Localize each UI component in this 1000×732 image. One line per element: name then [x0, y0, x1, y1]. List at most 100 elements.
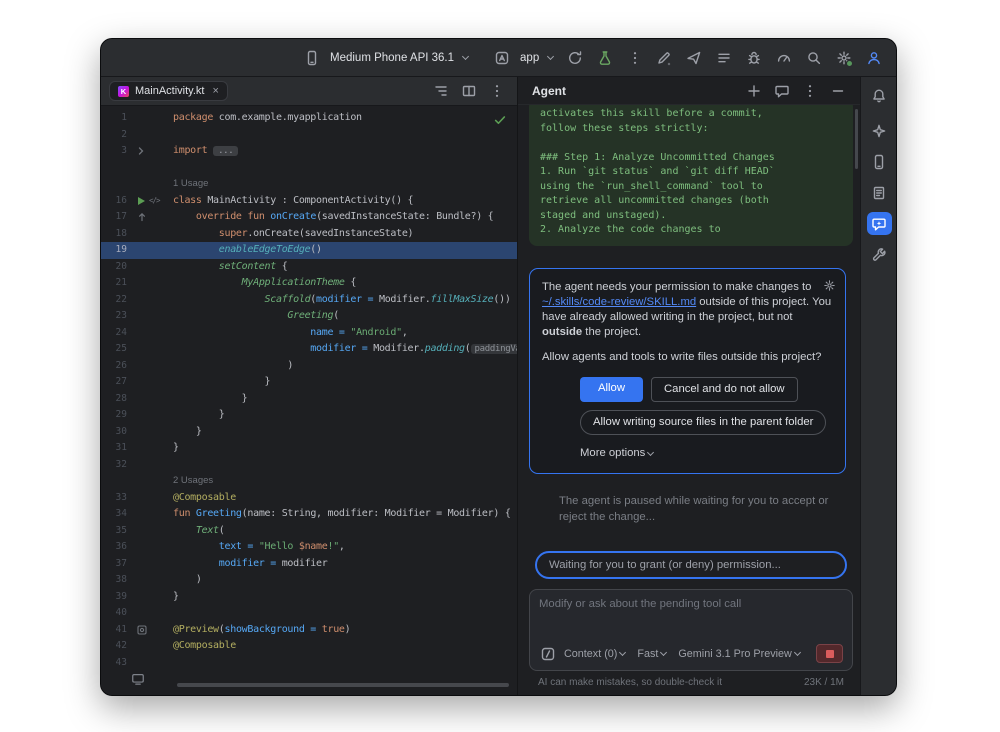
- code-line[interactable]: 29 }: [101, 407, 517, 424]
- more-options-button[interactable]: More options: [580, 446, 833, 461]
- code-line[interactable]: [101, 160, 517, 177]
- code-line[interactable]: 33@Composable: [101, 490, 517, 507]
- code-line[interactable]: 38 ): [101, 572, 517, 589]
- settings-gear-icon[interactable]: [832, 46, 856, 70]
- code-line[interactable]: 25 modifier = Modifier.padding(paddingVa…: [101, 341, 517, 358]
- code-line[interactable]: 30 }: [101, 424, 517, 441]
- code-text: name = "Android",: [173, 325, 517, 342]
- code-line[interactable]: 35 Text(: [101, 523, 517, 540]
- horizontal-scrollbar[interactable]: [177, 683, 509, 687]
- override-gutter-icon[interactable]: [137, 212, 147, 222]
- usage-hint[interactable]: 2 Usages: [173, 475, 213, 486]
- structure-icon[interactable]: [429, 79, 453, 103]
- code-line[interactable]: 40: [101, 605, 517, 622]
- device-phone-tool-icon[interactable]: [867, 150, 892, 173]
- composer-input[interactable]: [539, 598, 843, 610]
- model-selector[interactable]: Gemini 3.1 Pro Preview: [675, 646, 804, 662]
- fold-gutter-icon[interactable]: [137, 147, 145, 155]
- cancel-button[interactable]: Cancel and do not allow: [651, 377, 798, 402]
- kebab-icon[interactable]: [798, 79, 822, 103]
- waiting-permission-field[interactable]: [535, 551, 847, 579]
- stop-button[interactable]: [816, 644, 843, 663]
- code-line[interactable]: 18 super.onCreate(savedInstanceState): [101, 226, 517, 243]
- agent-chat-area[interactable]: activates this skill before a commit, fo…: [518, 105, 860, 543]
- code-line[interactable]: 23 Greeting(: [101, 308, 517, 325]
- code-line[interactable]: 31}: [101, 440, 517, 457]
- line-number: 2: [101, 127, 129, 144]
- code-editor[interactable]: 1package com.example.myapplication23impo…: [101, 106, 517, 695]
- code-line[interactable]: 17 override fun onCreate(savedInstanceSt…: [101, 209, 517, 226]
- line-number: 34: [101, 506, 129, 523]
- code-line[interactable]: 26 ): [101, 358, 517, 375]
- chat-bubble-icon[interactable]: [770, 79, 794, 103]
- context-selector[interactable]: Context (0): [561, 646, 630, 662]
- sparkle-tool-icon[interactable]: [867, 119, 892, 142]
- inspection-check-icon[interactable]: [493, 112, 507, 131]
- code-line[interactable]: 43: [101, 655, 517, 672]
- code-line[interactable]: 41@Preview(showBackground = true): [101, 622, 517, 639]
- codetag-gutter-icon[interactable]: </>: [149, 193, 160, 210]
- code-line[interactable]: 39}: [101, 589, 517, 606]
- doc-list-tool-icon[interactable]: [867, 181, 892, 204]
- line-number: 23: [101, 308, 129, 325]
- code-line[interactable]: 24 name = "Android",: [101, 325, 517, 342]
- chat-scrollbar[interactable]: [855, 109, 858, 169]
- allow-parent-folder-button[interactable]: Allow writing source files in the parent…: [580, 410, 826, 435]
- flask-icon[interactable]: [593, 46, 617, 70]
- gear-icon[interactable]: [823, 279, 836, 297]
- code-line[interactable]: 42@Composable: [101, 638, 517, 655]
- code-line[interactable]: 2 Usages: [101, 473, 517, 490]
- code-line[interactable]: 37 modifier = modifier: [101, 556, 517, 573]
- run-gutter-icon[interactable]: [137, 196, 146, 206]
- agent-header-icons: [742, 79, 850, 103]
- usage-hint[interactable]: 1 Usage: [173, 178, 208, 189]
- close-icon[interactable]: ×: [212, 86, 218, 97]
- wrench-tool-icon[interactable]: [867, 243, 892, 266]
- send-plane-icon[interactable]: [682, 46, 706, 70]
- code-line[interactable]: 21 MyApplicationTheme {: [101, 275, 517, 292]
- tab-mainactivity[interactable]: K MainActivity.kt ×: [109, 81, 228, 101]
- waiting-permission-input[interactable]: [541, 559, 841, 571]
- device-selector[interactable]: Medium Phone API 36.1: [296, 43, 474, 73]
- code-line[interactable]: 16</>class MainActivity : ComponentActiv…: [101, 193, 517, 210]
- running-devices-icon[interactable]: [131, 671, 145, 690]
- kebab-icon[interactable]: [485, 79, 509, 103]
- code-line[interactable]: 27 }: [101, 374, 517, 391]
- code-line[interactable]: 28 }: [101, 391, 517, 408]
- preview-gutter-icon[interactable]: [137, 625, 147, 635]
- kebab-icon[interactable]: [623, 46, 647, 70]
- commands-icon[interactable]: [539, 645, 557, 663]
- skill-file-link[interactable]: ~/.skills/code-review/SKILL.md: [542, 296, 696, 308]
- line-number: 17: [101, 209, 129, 226]
- code-line[interactable]: 1 Usage: [101, 176, 517, 193]
- line-number: 37: [101, 556, 129, 573]
- code-line[interactable]: 22 Scaffold(modifier = Modifier.fillMaxS…: [101, 292, 517, 309]
- code-line[interactable]: 34fun Greeting(name: String, modifier: M…: [101, 506, 517, 523]
- allow-button[interactable]: Allow: [580, 377, 643, 402]
- task-list-icon[interactable]: [712, 46, 736, 70]
- account-icon[interactable]: [862, 46, 886, 70]
- code-line[interactable]: 1package com.example.myapplication: [101, 110, 517, 127]
- agent-panel-header: Agent: [518, 77, 860, 105]
- permission-actions: Allow Cancel and do not allow Allow writ…: [580, 377, 833, 462]
- speed-selector[interactable]: Fast: [634, 646, 671, 662]
- agent-composer[interactable]: Context (0) Fast Gemini 3.1 Pro Preview: [529, 589, 853, 671]
- split-editor-icon[interactable]: [457, 79, 481, 103]
- gemini-pencil-icon[interactable]: [652, 46, 676, 70]
- code-line[interactable]: 2: [101, 127, 517, 144]
- code-line[interactable]: 36 text = "Hello $name!",: [101, 539, 517, 556]
- plus-icon[interactable]: [742, 79, 766, 103]
- run-configuration-selector[interactable]: app: [486, 43, 559, 73]
- bug-icon[interactable]: [742, 46, 766, 70]
- code-line[interactable]: 32: [101, 457, 517, 474]
- bell-tool-icon[interactable]: [867, 84, 892, 107]
- profiler-icon[interactable]: [772, 46, 796, 70]
- code-line[interactable]: 3import ...: [101, 143, 517, 160]
- line-number: 36: [101, 539, 129, 556]
- code-line[interactable]: 20 setContent {: [101, 259, 517, 276]
- search-icon[interactable]: [802, 46, 826, 70]
- agent-chat-tool-icon[interactable]: [867, 212, 892, 235]
- sync-icon[interactable]: [563, 46, 587, 70]
- minimize-icon[interactable]: [826, 79, 850, 103]
- code-line[interactable]: 19 enableEdgeToEdge(): [101, 242, 517, 259]
